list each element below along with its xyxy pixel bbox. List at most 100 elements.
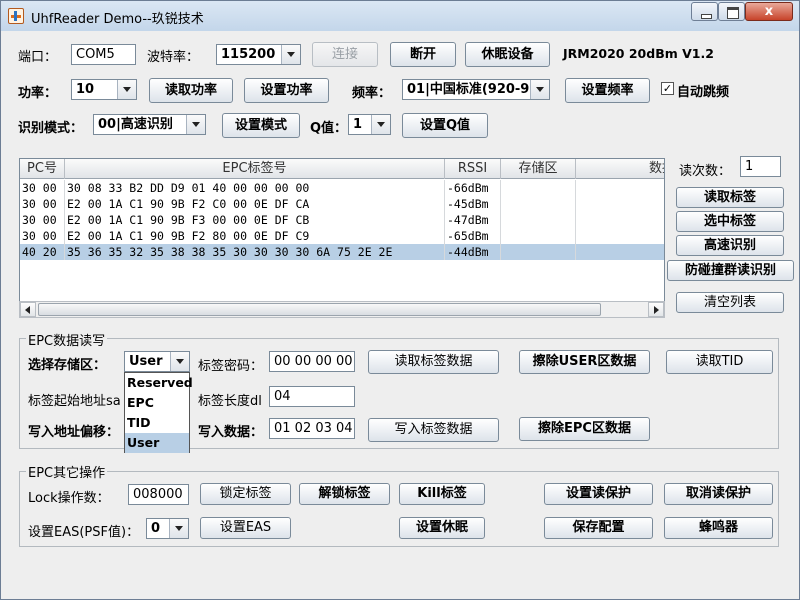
- table-cell-bank: [501, 180, 576, 196]
- read-tid-button[interactable]: 读取TID: [666, 350, 773, 374]
- table-row[interactable]: 30 00 E2 00 1A C1 90 9B F2 80 00 0E DF C9…: [20, 228, 664, 244]
- select-tag-button[interactable]: 选中标签: [676, 211, 784, 232]
- device-info: JRM2020 20dBm V1.2: [563, 46, 714, 61]
- length-field[interactable]: 04: [269, 386, 355, 407]
- q-value: 1: [353, 117, 363, 132]
- erase-epc-button[interactable]: 擦除EPC区数据: [519, 417, 650, 441]
- password-field[interactable]: 00 00 00 00: [269, 351, 355, 372]
- kill-tag-button[interactable]: Kill标签: [399, 483, 485, 505]
- frequency-value: 01|中国标准(920-92...: [407, 82, 531, 97]
- lock-tag-button[interactable]: 锁定标签: [200, 483, 291, 505]
- horizontal-scrollbar[interactable]: [19, 301, 665, 318]
- scrollbar-thumb[interactable]: [38, 303, 601, 316]
- table-cell-rssi: -65dBm: [445, 228, 501, 244]
- scroll-left-icon[interactable]: [20, 302, 36, 317]
- table-cell-data: [576, 244, 664, 260]
- power-select[interactable]: 10: [71, 79, 137, 100]
- chevron-down-icon[interactable]: [169, 519, 188, 538]
- table-cell-epc: E2 00 1A C1 90 9B F2 80 00 0E DF C9: [65, 228, 445, 244]
- port-field[interactable]: COM5: [71, 44, 136, 65]
- table-cell-bank: [501, 244, 576, 260]
- bank-option-epc[interactable]: EPC: [125, 393, 189, 413]
- eas-select[interactable]: 0: [146, 518, 189, 539]
- table-cell-pc: 30 00: [20, 196, 65, 212]
- table-cell-epc: E2 00 1A C1 90 9B F2 C0 00 0E DF CA: [65, 196, 445, 212]
- set-mode-button[interactable]: 设置模式: [222, 113, 300, 138]
- read-tag-data-button[interactable]: 读取标签数据: [368, 350, 499, 374]
- window-title: UhfReader Demo--玖锐技术: [31, 12, 204, 27]
- sleep-device-button[interactable]: 休眠设备: [465, 42, 550, 67]
- table-row[interactable]: 30 00 30 08 33 B2 DD D9 01 40 00 00 00 00…: [20, 180, 664, 196]
- set-read-protect-button[interactable]: 设置读保护: [544, 483, 653, 505]
- frequency-select[interactable]: 01|中国标准(920-92...: [402, 79, 550, 100]
- read-power-button[interactable]: 读取功率: [149, 78, 233, 103]
- table-cell-rssi: -45dBm: [445, 196, 501, 212]
- bank-dropdown-list[interactable]: Reserved EPC TID User: [124, 372, 193, 453]
- minimize-button[interactable]: [691, 2, 718, 21]
- baud-label: 波特率：: [147, 50, 200, 65]
- eas-value: 0: [151, 521, 161, 536]
- write-data-field[interactable]: 01 02 03 04: [269, 418, 355, 439]
- bank-option-tid[interactable]: TID: [125, 413, 189, 433]
- set-q-button[interactable]: 设置Q值: [402, 113, 488, 138]
- column-header-epc[interactable]: EPC标签号: [65, 159, 445, 179]
- chevron-down-icon[interactable]: [281, 45, 300, 64]
- read-count-field[interactable]: 1: [740, 156, 781, 177]
- table-cell-data: [576, 212, 664, 228]
- epc-other-title: EPC其它操作: [26, 462, 108, 481]
- title-bar[interactable]: UhfReader Demo--玖锐技术 x: [1, 1, 799, 31]
- maximize-button[interactable]: [718, 2, 745, 21]
- cancel-read-protect-button[interactable]: 取消读保护: [664, 483, 773, 505]
- lock-operand-field[interactable]: 008000: [128, 484, 189, 505]
- table-cell-pc: 40 20: [20, 244, 65, 260]
- bank-option-reserved[interactable]: Reserved: [125, 373, 193, 393]
- set-frequency-button[interactable]: 设置频率: [565, 78, 650, 103]
- disconnect-button[interactable]: 断开: [390, 42, 456, 67]
- baud-select[interactable]: 115200: [216, 44, 301, 65]
- set-sleep-button[interactable]: 设置休眠: [399, 517, 485, 539]
- column-header-data[interactable]: 数据: [576, 159, 664, 179]
- table-cell-epc: 35 36 35 32 35 38 38 35 30 30 30 30 6A 7…: [65, 244, 445, 260]
- chevron-down-icon[interactable]: [170, 352, 189, 371]
- buzzer-button[interactable]: 蜂鸣器: [664, 517, 773, 539]
- erase-user-button[interactable]: 擦除USER区数据: [519, 350, 650, 374]
- bank-option-user[interactable]: User: [125, 433, 189, 453]
- scroll-right-icon[interactable]: [648, 302, 664, 317]
- tag-table[interactable]: PC号 EPC标签号 RSSI 存储区 数据 30 0030 08 33 B2 …: [19, 158, 665, 318]
- chevron-down-icon[interactable]: [530, 80, 549, 99]
- table-row[interactable]: 30 00 E2 00 1A C1 90 9B F3 00 00 0E DF CB…: [20, 212, 664, 228]
- column-header-bank[interactable]: 存储区: [501, 159, 576, 179]
- chevron-down-icon[interactable]: [186, 115, 205, 134]
- table-cell-data: [576, 196, 664, 212]
- fast-identify-button[interactable]: 高速识别: [676, 235, 784, 256]
- bank-select[interactable]: User: [124, 351, 190, 372]
- read-count-label: 读次数：: [679, 164, 732, 179]
- table-cell-bank: [501, 196, 576, 212]
- write-data-label: 写入数据：: [198, 425, 264, 440]
- connect-button[interactable]: 连接: [312, 42, 378, 67]
- chevron-down-icon[interactable]: [117, 80, 136, 99]
- identify-mode-select[interactable]: 00|高速识别: [93, 114, 206, 135]
- read-tag-button[interactable]: 读取标签: [676, 187, 784, 208]
- auto-hop-checkbox[interactable]: ✓: [661, 82, 674, 95]
- save-config-button[interactable]: 保存配置: [544, 517, 653, 539]
- chevron-down-icon[interactable]: [371, 115, 390, 134]
- table-cell-rssi: -44dBm: [445, 244, 501, 260]
- frequency-label: 频率：: [352, 86, 392, 101]
- set-eas-button[interactable]: 设置EAS: [200, 517, 291, 539]
- table-cell-data: [576, 228, 664, 244]
- table-row[interactable]: 40 20 35 36 35 32 35 38 38 35 30 30 30 30…: [20, 244, 664, 260]
- password-label: 标签密码：: [198, 359, 264, 374]
- q-value-select[interactable]: 1: [348, 114, 391, 135]
- table-row[interactable]: 30 00 E2 00 1A C1 90 9B F2 C0 00 0E DF CA…: [20, 196, 664, 212]
- write-tag-data-button[interactable]: 写入标签数据: [368, 418, 499, 442]
- column-header-rssi[interactable]: RSSI: [445, 159, 501, 179]
- unlock-tag-button[interactable]: 解锁标签: [299, 483, 390, 505]
- app-window: UhfReader Demo--玖锐技术 x 端口： COM5 波特率： 115…: [0, 0, 800, 600]
- anticollision-read-button[interactable]: 防碰撞群读识别: [667, 260, 794, 281]
- column-header-pc[interactable]: PC号: [20, 159, 65, 179]
- close-button[interactable]: x: [745, 2, 793, 21]
- clear-list-button[interactable]: 清空列表: [676, 292, 784, 313]
- table-cell-data: [576, 180, 664, 196]
- set-power-button[interactable]: 设置功率: [244, 78, 329, 103]
